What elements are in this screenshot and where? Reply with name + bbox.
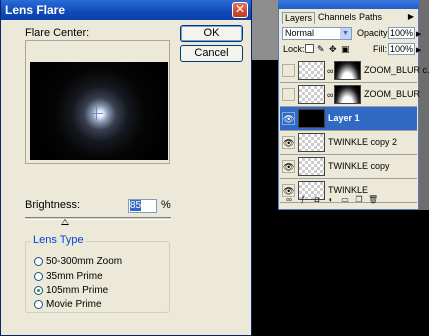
fill-input[interactable]: 100% [388, 43, 415, 55]
layer-name: TWINKLE [328, 185, 369, 195]
opacity-value: 100% [390, 28, 414, 38]
radio-label-50-300mm-zoom[interactable]: 50-300mm Zoom [46, 256, 122, 267]
layer-row[interactable]: ∞ ZOOM_BLUR c... [280, 59, 429, 83]
fill-value: 100% [390, 44, 414, 54]
layer-name: ZOOM_BLUR c... [364, 65, 429, 75]
layer-row[interactable]: 👁 Layer 1 [280, 107, 417, 131]
radio-35mm-prime[interactable] [34, 272, 43, 281]
lock-move-icon[interactable]: ✥ [329, 44, 338, 54]
eye-icon[interactable]: 👁 [282, 112, 295, 125]
radio-105mm-prime[interactable] [34, 286, 43, 295]
layer-style-icon[interactable]: ƒ [298, 195, 308, 205]
brightness-unit: % [161, 199, 171, 211]
layer-thumbnail [298, 157, 325, 176]
layer-row[interactable]: ∞ ZOOM_BLUR [280, 83, 421, 107]
layer-name: TWINKLE copy 2 [328, 137, 398, 147]
layer-mask-thumbnail[interactable] [334, 85, 361, 104]
panel-menu-icon[interactable]: ▶ [406, 12, 416, 22]
eye-icon[interactable]: 👁 [282, 136, 295, 149]
add-mask-icon[interactable]: ◘ [312, 195, 322, 205]
layer-row[interactable]: 👁 TWINKLE copy [280, 155, 417, 179]
layer-name: Layer 1 [328, 113, 360, 123]
adjustment-layer-icon[interactable]: ◐ [326, 195, 336, 205]
radio-label-105mm-prime[interactable]: 105mm Prime [46, 285, 108, 296]
layer-thumbnail [298, 85, 325, 104]
opacity-label: Opacity: [357, 28, 391, 38]
tab-layers[interactable]: Layers [282, 12, 316, 24]
trash-icon[interactable]: 🗑 [368, 195, 378, 205]
brightness-slider-track[interactable] [25, 217, 171, 220]
lock-label: Lock: [283, 44, 305, 54]
brightness-slider-thumb[interactable] [61, 219, 69, 225]
radio-label-35mm-prime[interactable]: 35mm Prime [46, 271, 103, 282]
new-group-icon[interactable]: ▭ [340, 195, 350, 205]
layers-footer: ∞ ƒ ◘ ◐ ▭ ❐ 🗑 [280, 195, 417, 207]
brightness-value: 85 [130, 200, 142, 211]
link-icon[interactable]: ∞ [327, 90, 333, 100]
close-button[interactable]: ✕ [232, 2, 248, 18]
layer-mask-thumbnail[interactable] [334, 61, 361, 80]
brightness-label: Brightness: [25, 199, 81, 211]
fill-label: Fill: [373, 44, 387, 54]
link-layers-icon[interactable]: ∞ [284, 195, 294, 205]
layer-name: ZOOM_BLUR [364, 89, 421, 99]
blend-mode-value: Normal [285, 28, 315, 38]
lock-transparent-icon[interactable] [305, 44, 314, 53]
opacity-input[interactable]: 100% [388, 27, 415, 39]
layers-panel-titlebar[interactable] [278, 0, 419, 9]
flare-center-crosshair-icon-vertical[interactable] [96, 107, 97, 120]
tab-channels[interactable]: Channels [316, 12, 358, 24]
layer-thumbnail [298, 109, 325, 128]
dialog-titlebar: Lens Flare ✕ [1, 0, 251, 20]
layer-thumbnail [298, 61, 325, 80]
visibility-toggle[interactable] [282, 64, 295, 77]
ok-button[interactable]: OK [180, 25, 243, 42]
visibility-toggle[interactable] [282, 88, 295, 101]
tab-paths[interactable]: Paths [357, 12, 384, 24]
link-icon[interactable]: ∞ [327, 66, 333, 76]
layer-name: TWINKLE copy [328, 161, 390, 171]
flare-center-label: Flare Center: [25, 27, 90, 39]
cancel-button[interactable]: Cancel [180, 45, 243, 62]
dialog-title: Lens Flare [5, 3, 66, 17]
fill-arrow-icon[interactable]: ▶ [416, 46, 421, 54]
flare-preview[interactable] [30, 62, 168, 160]
layer-row[interactable]: 👁 TWINKLE copy 2 [280, 131, 417, 155]
lock-all-icon[interactable]: ▣ [341, 44, 350, 54]
chevron-down-icon[interactable]: ▼ [340, 28, 351, 39]
layer-thumbnail [298, 133, 325, 152]
radio-label-movie-prime[interactable]: Movie Prime [46, 299, 102, 310]
eye-icon[interactable]: 👁 [282, 160, 295, 173]
opacity-arrow-icon[interactable]: ▶ [416, 30, 421, 38]
new-layer-icon[interactable]: ❐ [354, 195, 364, 205]
brightness-input[interactable]: 85 [128, 199, 157, 213]
lens-type-title: Lens Type [31, 234, 86, 246]
lock-paint-icon[interactable]: ✎ [317, 44, 326, 54]
radio-movie-prime[interactable] [34, 300, 43, 309]
blend-mode-select[interactable]: Normal ▼ [282, 27, 352, 40]
radio-50-300mm-zoom[interactable] [34, 257, 43, 266]
